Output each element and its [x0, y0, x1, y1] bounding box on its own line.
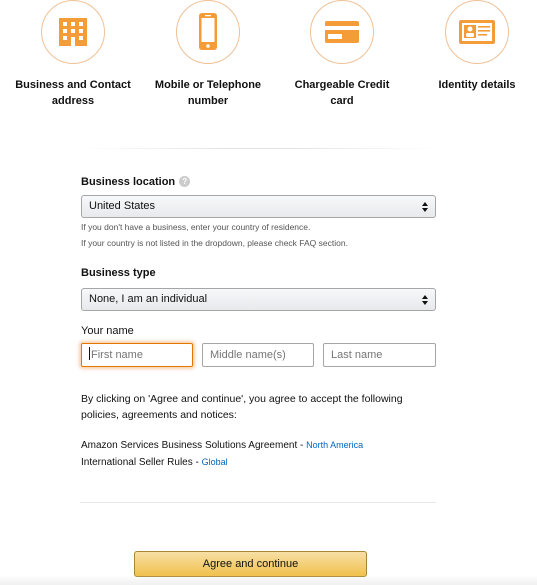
requirement-label: Identity details	[438, 79, 516, 91]
divider	[80, 502, 436, 503]
last-name-placeholder: Last name	[331, 349, 383, 361]
business-location-value: United States	[89, 200, 156, 212]
requirement-phone: Mobile or Telephone number	[148, 0, 268, 109]
agreement-text: International Seller Rules -	[81, 457, 202, 468]
select-arrows-icon	[422, 295, 428, 305]
divider	[80, 148, 436, 149]
business-location-heading: Business location?	[81, 176, 191, 188]
building-icon	[59, 18, 87, 46]
text-caret	[89, 347, 90, 360]
business-type-heading: Business type	[81, 267, 156, 279]
middle-name-input[interactable]: Middle name(s)	[202, 343, 314, 367]
id-card-icon-circle	[445, 0, 509, 64]
requirement-identity: Identity details	[417, 0, 537, 93]
business-type-value: None, I am an individual	[89, 293, 208, 305]
agreement-item: Amazon Services Business Solutions Agree…	[81, 437, 363, 454]
business-location-hint-2: If your country is not listed in the dro…	[81, 238, 348, 248]
north-america-link[interactable]: North America	[306, 440, 363, 450]
requirement-business-address: Business and Contact address	[13, 0, 133, 109]
first-name-input[interactable]: First name	[81, 343, 193, 367]
your-name-label: Your name	[81, 325, 134, 337]
requirement-label: Business and Contact address	[15, 79, 131, 107]
help-icon[interactable]: ?	[179, 176, 191, 187]
select-arrows-icon	[422, 202, 428, 212]
business-location-hint-1: If you don't have a business, enter your…	[81, 222, 311, 232]
mobile-phone-icon	[199, 13, 217, 50]
policy-intro: By clicking on 'Agree and continue', you…	[81, 393, 403, 421]
requirement-label: Chargeable Credit card	[294, 79, 390, 107]
credit-card-icon-circle	[310, 0, 374, 64]
mobile-phone-icon-circle	[176, 0, 240, 64]
last-name-input[interactable]: Last name	[323, 343, 436, 367]
agreements-list: Amazon Services Business Solutions Agree…	[81, 437, 363, 471]
id-card-icon	[459, 20, 495, 44]
agreement-text: Amazon Services Business Solutions Agree…	[81, 440, 307, 451]
first-name-placeholder: First name	[91, 349, 143, 361]
global-link[interactable]: Global	[202, 457, 228, 467]
building-icon-circle	[41, 0, 105, 64]
page-bottom-shadow	[0, 575, 537, 585]
middle-name-placeholder: Middle name(s)	[210, 349, 286, 361]
business-type-select[interactable]: None, I am an individual	[81, 288, 436, 311]
business-location-select[interactable]: United States	[81, 195, 436, 218]
credit-card-icon	[325, 21, 359, 43]
agreement-item: International Seller Rules - Global	[81, 454, 363, 471]
agree-and-continue-button[interactable]: Agree and continue	[134, 551, 367, 577]
requirement-credit-card: Chargeable Credit card	[282, 0, 402, 109]
business-location-label: Business location	[81, 176, 176, 188]
requirement-label: Mobile or Telephone number	[154, 79, 262, 107]
